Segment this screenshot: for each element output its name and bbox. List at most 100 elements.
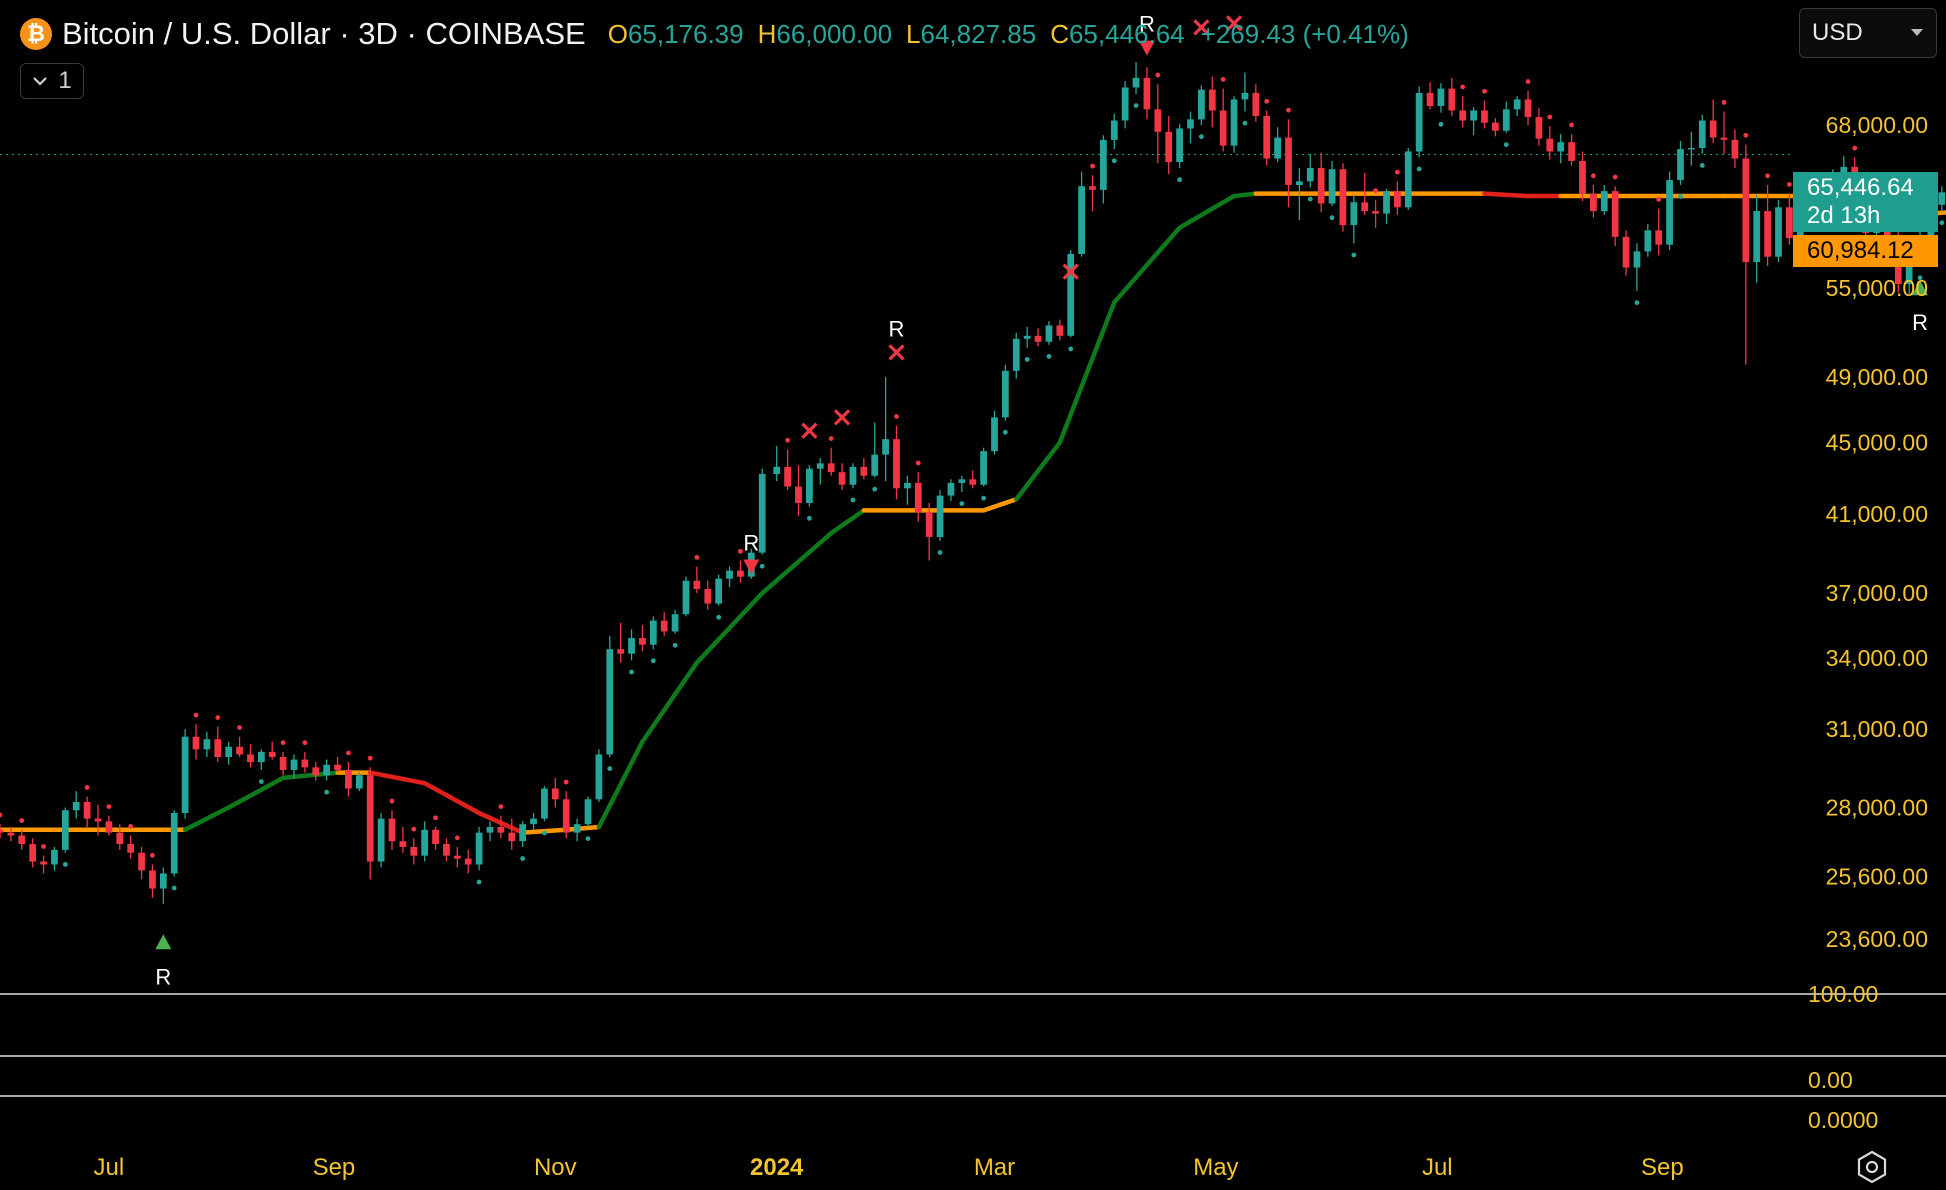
signal-dot	[193, 712, 199, 718]
candle-body	[268, 751, 276, 758]
y-tick-label: 68,000.00	[1826, 112, 1928, 138]
candle-body	[991, 417, 998, 452]
candle	[181, 729, 189, 819]
candle-body	[170, 813, 178, 874]
candle-body	[1274, 137, 1281, 159]
candle-body	[660, 620, 668, 632]
currency-select[interactable]: USD	[1799, 8, 1937, 58]
candle-body	[486, 826, 494, 833]
signal-dot	[1503, 142, 1509, 147]
candle-body	[1633, 251, 1641, 268]
candle-body	[1078, 186, 1085, 255]
candle-body	[290, 759, 298, 770]
signal-dot	[346, 750, 351, 756]
candle-body	[1492, 122, 1499, 131]
candle-body	[1154, 109, 1162, 132]
candle	[1415, 86, 1423, 158]
candle-body	[1502, 109, 1510, 131]
pane-scale-label: 0.0000	[1808, 1107, 1878, 1133]
signal-dot	[1547, 114, 1553, 120]
x-tick-label: May	[1193, 1154, 1238, 1181]
indicator-collapse-button[interactable]: 1	[20, 63, 84, 99]
signal-dot	[959, 501, 965, 506]
candle-body	[1339, 169, 1347, 226]
ma-segment	[563, 824, 602, 833]
price-change: +269.43 (+0.41%)	[1200, 18, 1409, 49]
bitcoin-icon[interactable]: ₿	[20, 18, 52, 50]
candle-body	[312, 767, 320, 776]
candle-body	[1568, 142, 1575, 161]
candle-body	[1241, 92, 1249, 100]
candle-body	[784, 466, 791, 487]
candle	[1002, 364, 1009, 421]
candle-body	[105, 821, 113, 833]
signal-dot	[62, 861, 68, 867]
close-label: C	[1050, 18, 1069, 49]
candle-body	[726, 570, 733, 579]
candle	[1230, 96, 1238, 153]
candle-body	[1176, 128, 1183, 163]
signal-dot	[785, 437, 791, 443]
signal-dot	[454, 835, 460, 841]
candle-body	[628, 638, 635, 654]
candle-body	[1045, 325, 1053, 342]
y-tick-label: 45,000.00	[1826, 430, 1928, 456]
candle-body	[1709, 120, 1717, 138]
candle-body	[236, 746, 243, 755]
high-value: 66,000.00	[776, 18, 893, 49]
candle-body	[443, 844, 450, 856]
signal-dot	[1394, 169, 1400, 175]
candle-body	[127, 844, 135, 853]
candle-body	[323, 764, 331, 776]
signal-dot	[894, 414, 899, 419]
x-tick-label: 2024	[750, 1154, 804, 1181]
settings-icon[interactable]	[1855, 1150, 1889, 1184]
candle-body	[860, 466, 868, 476]
candle-body	[279, 757, 287, 770]
candle-body	[551, 788, 559, 800]
candle-body	[1317, 168, 1325, 204]
signal-dot	[389, 798, 395, 804]
candle-body	[1742, 158, 1750, 263]
candle-body	[1470, 110, 1477, 121]
candle-body	[61, 810, 69, 850]
candle	[584, 796, 592, 827]
signal-dot	[324, 789, 330, 795]
signal-dot	[1264, 98, 1270, 104]
candle-body	[541, 788, 548, 819]
signal-dot	[1329, 215, 1335, 221]
candle-body	[904, 482, 911, 489]
symbol-title[interactable]: Bitcoin / U.S. Dollar · 3D · COINBASE	[62, 16, 586, 52]
signal-dot	[1743, 132, 1749, 138]
candle-body	[1600, 191, 1608, 212]
indicator-count: 1	[58, 67, 72, 94]
candle-body	[257, 751, 265, 763]
candle-body	[1589, 193, 1597, 212]
signal-dot	[1852, 145, 1858, 151]
candle-body	[301, 759, 309, 768]
signal-dot	[1373, 188, 1379, 194]
signal-dot	[1286, 107, 1291, 113]
candle-body	[410, 846, 418, 856]
candle-body	[116, 832, 124, 845]
y-tick-label: 55,000.00	[1826, 275, 1928, 301]
candle-body	[1459, 110, 1467, 121]
candle-body	[639, 638, 646, 645]
signal-dot	[302, 740, 308, 746]
candle	[1404, 147, 1412, 210]
main-chart[interactable]: RRRRR 23,600.0025,600.0028,000.0031,000.…	[0, 0, 1946, 1190]
signal-dot	[476, 879, 482, 885]
candle	[475, 826, 483, 871]
candle-body	[453, 855, 461, 859]
candle-body	[1132, 77, 1140, 88]
candle-body	[693, 580, 701, 589]
candle-body	[1372, 211, 1379, 214]
signal-dot	[1220, 76, 1226, 82]
candle	[682, 576, 690, 617]
candle-body	[475, 832, 483, 865]
signal-dot	[1090, 163, 1095, 169]
signal-dot	[650, 658, 656, 664]
candle-body	[247, 754, 254, 763]
candle-body	[795, 486, 802, 503]
candle	[170, 810, 178, 877]
